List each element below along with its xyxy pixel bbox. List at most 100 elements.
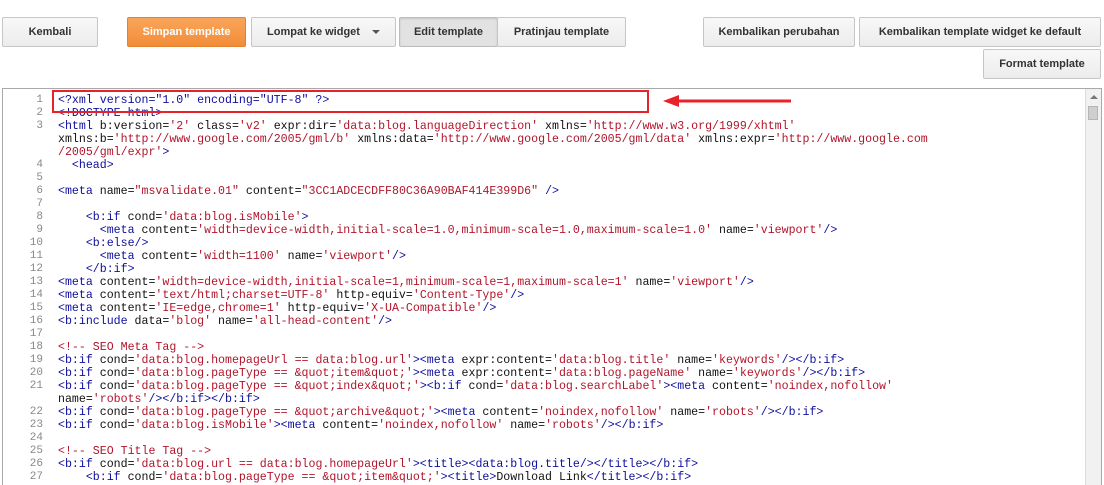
code-token: 'data:blog.pageType == &quot;archive&quo…	[134, 406, 434, 419]
code-token: <meta	[58, 289, 100, 302]
code-token: 'X-UA-Compatible'	[364, 302, 483, 315]
code-line[interactable]: </b:if>	[58, 263, 135, 276]
code-token: 'data:blog.searchLabel'	[503, 380, 664, 393]
code-token: ><meta	[663, 380, 713, 393]
code-line[interactable]: <b:if cond='data:blog.isMobile'><meta co…	[58, 419, 663, 432]
revert-changes-button[interactable]: Kembalikan perubahan	[703, 17, 855, 47]
revert-widget-template-button[interactable]: Kembalikan template widget ke default	[859, 17, 1101, 47]
code-line[interactable]: <b:if cond='data:blog.pageType == &quot;…	[58, 406, 823, 419]
code-token: xmlns:b=	[58, 133, 114, 146]
code-line[interactable]: <!-- SEO Meta Tag -->	[58, 341, 204, 354]
code-line[interactable]: <b:if cond='data:blog.url == data:blog.h…	[58, 458, 698, 471]
code-token: Download Link	[496, 471, 587, 484]
line-number: 14	[29, 289, 43, 301]
code-line[interactable]: <meta content='text/html;charset=UTF-8' …	[58, 289, 524, 302]
code-token: <b:if	[58, 406, 100, 419]
code-line[interactable]: <html b:version='2' class='v2' expr:dir=…	[58, 120, 796, 133]
code-token: <b:if	[58, 367, 100, 380]
format-template-button[interactable]: Format template	[983, 49, 1101, 79]
code-token: name=	[670, 354, 713, 367]
code-line[interactable]: <meta name="msvalidate.01" content="3CC1…	[58, 185, 559, 198]
jump-to-widget-label: Lompat ke widget	[267, 26, 360, 38]
code-token: <b:if	[58, 211, 128, 224]
jump-to-widget-dropdown[interactable]: Lompat ke widget	[251, 17, 396, 47]
code-line[interactable]: <b:if cond='data:blog.pageType == &quot;…	[58, 471, 691, 484]
code-token: <head>	[58, 159, 114, 172]
code-token: 'noindex,nofollow'	[378, 419, 504, 432]
code-token: 'data:blog.url == data:blog.homepageUrl'	[134, 458, 413, 471]
line-number: 27	[29, 471, 43, 483]
code-line[interactable]: name='robots'/></b:if></b:if>	[58, 393, 260, 406]
code-line[interactable]: <b:include data='blog' name='all-head-co…	[58, 315, 392, 328]
code-token: 'robots'	[92, 393, 149, 406]
code-token: 'v2'	[238, 120, 267, 133]
code-token: 'keywords'	[732, 367, 803, 380]
code-line[interactable]: <b:if cond='data:blog.homepageUrl == dat…	[58, 354, 844, 367]
code-token: <html	[58, 120, 100, 133]
code-token: 'all-head-content'	[252, 315, 379, 328]
line-number: 26	[29, 458, 43, 470]
code-token: expr:content=	[461, 367, 552, 380]
code-token: 'data:blog.title'	[552, 354, 671, 367]
line-number: 18	[29, 341, 43, 353]
line-number: 16	[29, 315, 43, 327]
code-line[interactable]: <b:else/>	[58, 237, 149, 250]
edit-template-tab[interactable]: Edit template	[399, 17, 498, 47]
code-line[interactable]: <head>	[58, 159, 114, 172]
code-token: 'width=device-width,initial-scale=1,mini…	[155, 276, 629, 289]
code-token: name=	[280, 250, 323, 263]
scroll-up-icon[interactable]	[1086, 89, 1101, 104]
code-line[interactable]: <meta content='width=device-width,initia…	[58, 276, 754, 289]
code-token: </b:if>	[58, 263, 135, 276]
code-token: ><meta	[273, 419, 323, 432]
code-token: />	[392, 250, 406, 263]
back-button[interactable]: Kembali	[2, 17, 98, 47]
code-token: content=	[141, 250, 198, 263]
code-line[interactable]: xmlns:b='http://www.google.com/2005/gml/…	[58, 133, 928, 146]
code-line[interactable]: <!-- SEO Title Tag -->	[58, 445, 211, 458]
code-token: >	[162, 146, 170, 159]
code-token: name=	[211, 315, 253, 328]
preview-template-tab[interactable]: Pratinjau template	[497, 17, 626, 47]
code-token: 'data:blog.homepageUrl == data:blog.url'	[134, 354, 413, 367]
code-line[interactable]: <meta content='width=1100' name='viewpor…	[58, 250, 406, 263]
line-number: 20	[29, 367, 43, 379]
code-token: 'noindex,nofollow'	[767, 380, 893, 393]
code-token: 'data:blog.isMobile'	[162, 211, 302, 224]
chevron-down-icon	[371, 30, 380, 34]
code-token: name=	[691, 367, 733, 380]
code-token: <!-- SEO Title Tag -->	[58, 445, 212, 458]
code-token: cond=	[99, 458, 135, 471]
editor-scrollbar[interactable]	[1085, 89, 1101, 485]
code-token: /></b:if>	[600, 419, 664, 432]
code-line[interactable]: <b:if cond='data:blog.pageType == &quot;…	[58, 367, 865, 380]
save-template-button[interactable]: Simpan template	[127, 17, 246, 47]
code-line[interactable]: <b:if cond='data:blog.isMobile'>	[58, 211, 309, 224]
code-token: 'text/html;charset=UTF-8'	[155, 289, 330, 302]
code-token: ><meta	[433, 406, 483, 419]
code-token: cond=	[127, 211, 163, 224]
code-token: 'width=device-width,initial-scale=1.0,mi…	[197, 224, 713, 237]
code-line[interactable]: /2005/gml/expr'>	[58, 146, 169, 159]
arrow-left-icon	[663, 95, 791, 107]
template-code-editor[interactable]: 1 2 3 4 5 6 7 8 9 10 11 12 13 14 15 16 17 18 19 20 21 22 23 24 2…	[2, 88, 1102, 485]
code-token: /2005/gml/expr'	[58, 146, 163, 159]
code-token: content=	[99, 289, 156, 302]
code-token: />	[378, 315, 392, 328]
code-token: cond=	[127, 471, 163, 484]
code-token: content=	[482, 406, 539, 419]
line-number: 7	[36, 198, 43, 210]
code-token: />	[510, 289, 525, 302]
code-token: "msvalidate.01"	[134, 185, 239, 198]
code-token: 'IE=edge,chrome=1'	[155, 302, 281, 315]
code-token: 'blog'	[169, 315, 212, 328]
code-line[interactable]: <meta content='width=device-width,initia…	[58, 224, 838, 237]
code-line[interactable]: <b:if cond='data:blog.pageType == &quot;…	[58, 380, 893, 393]
code-line[interactable]: <meta content='IE=edge,chrome=1' http-eq…	[58, 302, 496, 315]
code-token: <b:if	[58, 471, 128, 484]
line-number: 4	[36, 159, 43, 171]
code-token: 'http://www.google.com	[774, 133, 928, 146]
code-token: name=	[58, 393, 93, 406]
code-token: <meta	[58, 224, 142, 237]
scrollbar-thumb[interactable]	[1088, 106, 1098, 120]
